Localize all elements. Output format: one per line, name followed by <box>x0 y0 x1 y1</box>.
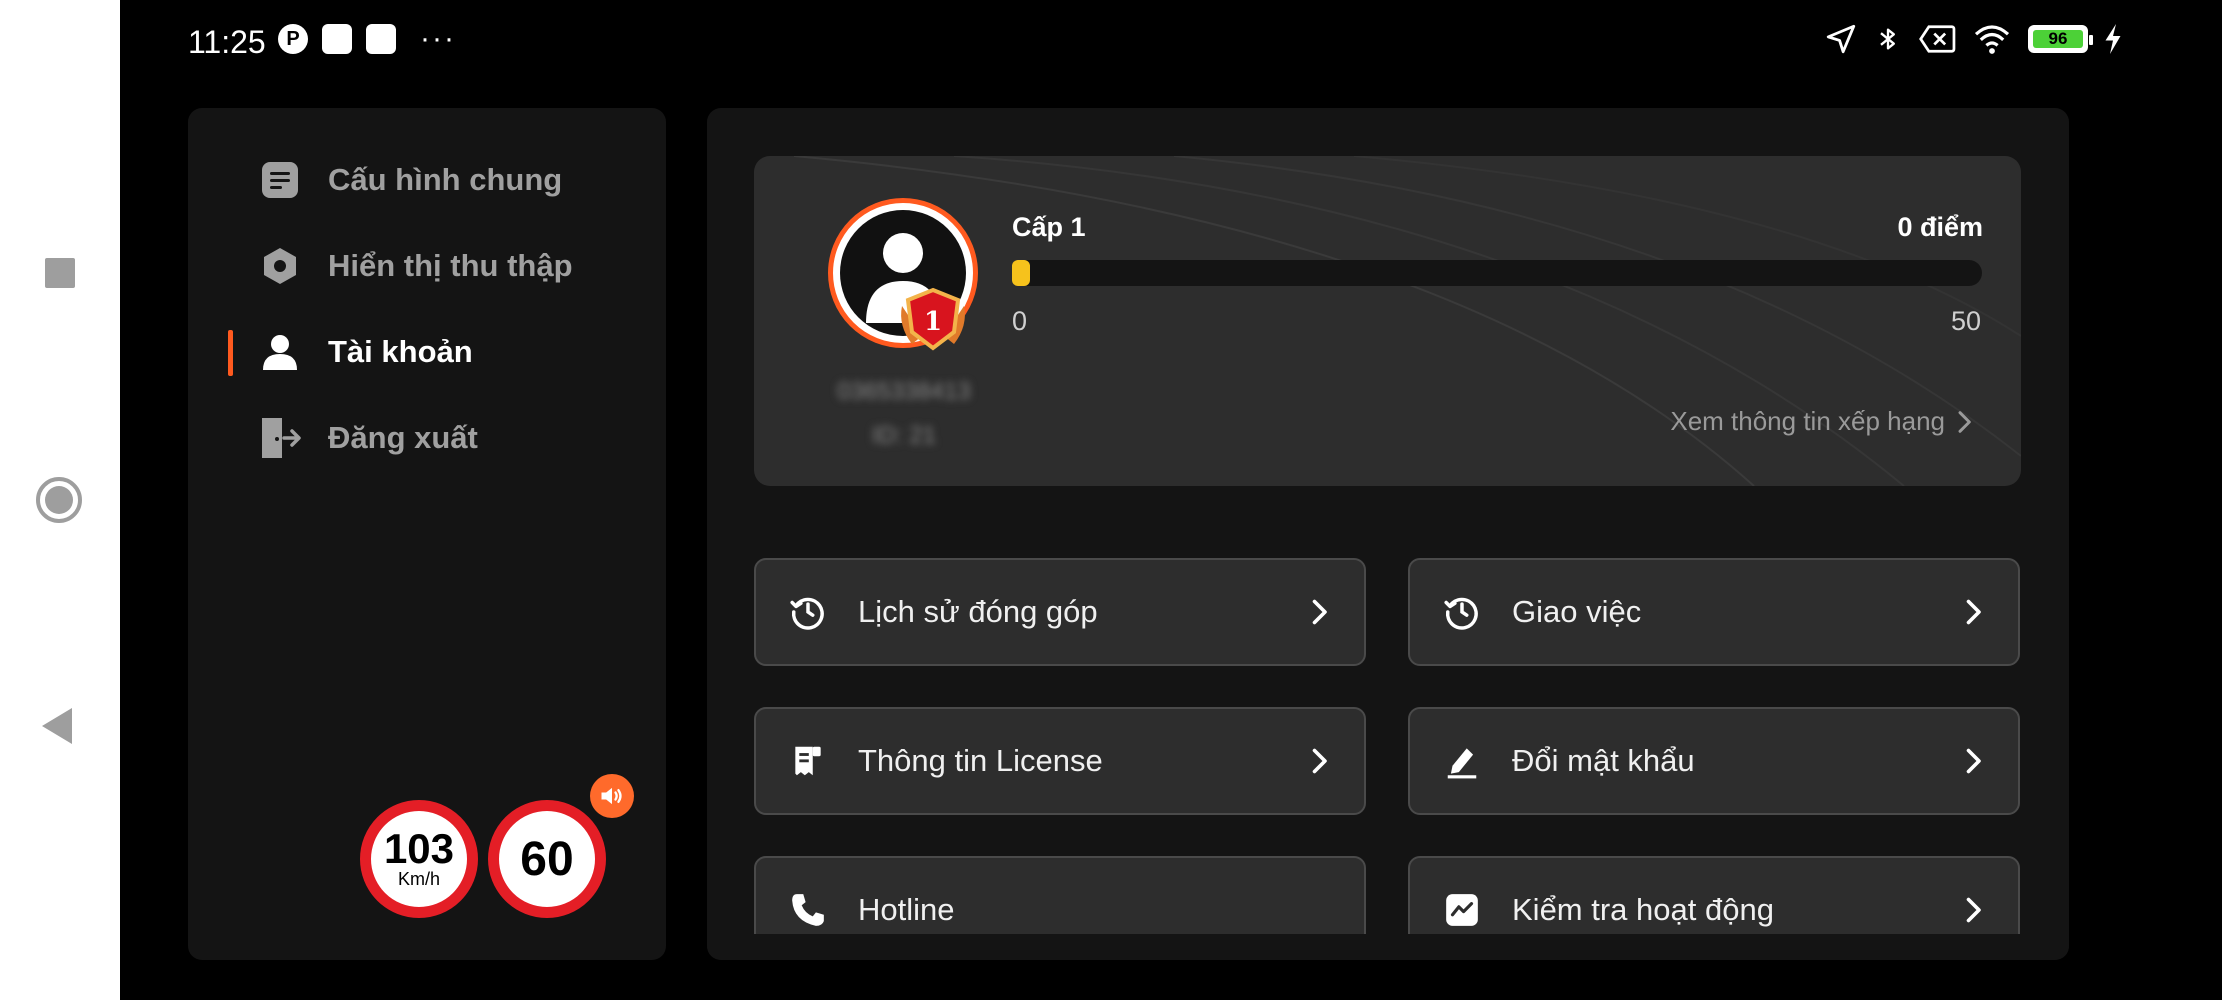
rank-badge: 1 <box>898 286 968 352</box>
bluetooth-icon <box>1880 28 1895 50</box>
home-icon[interactable] <box>36 477 82 523</box>
action-label: Giao việc <box>1512 594 1642 629</box>
level-progress-bar <box>1012 260 1982 286</box>
speed-unit: Km/h <box>397 869 440 889</box>
edit-icon <box>1442 741 1482 781</box>
battery-icon: 96 <box>2028 25 2093 53</box>
history-icon <box>1442 592 1482 632</box>
assign-task-button[interactable]: Giao việc <box>1408 558 2020 666</box>
scroll-clip-mask <box>707 934 2069 960</box>
user-phone: 0365338413 <box>837 378 971 405</box>
level-progress-fill <box>1012 260 1030 286</box>
app-notification-icon: P <box>278 24 308 54</box>
sidebar-item-label: Hiển thị thu thập <box>328 248 573 283</box>
status-time: 11:25 <box>188 24 266 60</box>
more-notifications-icon: ··· <box>420 22 456 55</box>
account-panel: 1 0365338413 ID: 21 Cấp 1 0 điểm 0 50 Xe… <box>707 108 2069 960</box>
recent-apps-icon[interactable] <box>45 258 75 288</box>
sidebar-item-label: Đăng xuất <box>328 420 478 455</box>
notification-square-icon <box>322 24 352 54</box>
rank-number: 1 <box>924 307 942 337</box>
logout-icon <box>258 416 302 460</box>
sound-toggle-button[interactable] <box>590 774 634 818</box>
contribution-history-button[interactable]: Lịch sử đóng góp <box>754 558 1366 666</box>
view-ranking-link[interactable]: Xem thông tin xếp hạng <box>1670 406 1973 437</box>
current-speed-display: 103 Km/h <box>360 800 478 918</box>
change-password-button[interactable]: Đổi mật khẩu <box>1408 707 2020 815</box>
license-icon <box>788 741 828 781</box>
activity-icon <box>1442 890 1482 930</box>
chevron-right-icon <box>1958 410 1971 433</box>
chevron-right-icon <box>1304 746 1334 776</box>
sidebar-item-label: Tài khoản <box>328 334 473 369</box>
progress-min: 0 <box>1012 306 1028 336</box>
notification-square-icon-2 <box>366 24 396 54</box>
action-label: Hotline <box>858 892 955 927</box>
action-label: Lịch sử đóng góp <box>858 594 1098 629</box>
battery-level: 96 <box>2033 29 2083 48</box>
hexagon-icon <box>258 244 302 288</box>
sidebar-item-general-config[interactable]: Cấu hình chung <box>258 150 562 210</box>
user-icon <box>258 330 302 374</box>
sidebar-item-display-collection[interactable]: Hiển thị thu thập <box>258 236 573 296</box>
back-icon[interactable] <box>42 708 72 744</box>
view-ranking-label: Xem thông tin xếp hạng <box>1670 406 1945 436</box>
speed-limit-sign: 60 <box>488 800 606 918</box>
list-doc-icon <box>258 158 302 202</box>
action-label: Đổi mật khẩu <box>1512 743 1695 778</box>
chevron-right-icon <box>1304 597 1334 627</box>
status-system-icons: 96 <box>1824 22 2122 56</box>
chevron-right-icon <box>1958 895 1988 925</box>
chevron-right-icon <box>1958 746 1988 776</box>
current-speed-value: 103 <box>383 825 455 872</box>
status-notification-icons: P ··· <box>278 24 456 54</box>
phone-icon <box>788 890 828 930</box>
speed-limit-value: 60 <box>520 832 574 886</box>
level-label: Cấp 1 <box>1012 212 1086 242</box>
rank-shield-icon: 1 <box>901 287 965 351</box>
sidebar: Cấu hình chung Hiển thị thu thập Tài kho… <box>188 108 666 960</box>
user-id: ID: 21 <box>871 422 937 449</box>
chevron-right-icon <box>1304 895 1334 925</box>
action-label: Kiểm tra hoạt động <box>1512 892 1774 927</box>
avatar: 1 <box>828 198 978 351</box>
no-sim-icon <box>1919 25 1956 53</box>
sidebar-item-logout[interactable]: Đăng xuất <box>258 408 478 468</box>
wifi-icon <box>1974 25 2010 54</box>
chevron-right-icon <box>1958 597 1988 627</box>
progress-max: 50 <box>1950 306 1981 336</box>
points-label: 0 điểm <box>1897 212 1983 242</box>
action-label: Thông tin License <box>858 743 1103 778</box>
location-icon <box>1826 24 1856 54</box>
speaker-icon <box>601 787 622 805</box>
sidebar-item-label: Cấu hình chung <box>328 162 563 197</box>
sidebar-item-account[interactable]: Tài khoản <box>258 322 473 382</box>
profile-card: 1 0365338413 ID: 21 Cấp 1 0 điểm 0 50 Xe… <box>754 156 2021 486</box>
license-info-button[interactable]: Thông tin License <box>754 707 1366 815</box>
charging-icon <box>2105 24 2121 54</box>
active-indicator <box>228 330 233 376</box>
system-nav-bar <box>0 0 120 1000</box>
history-icon <box>788 592 828 632</box>
